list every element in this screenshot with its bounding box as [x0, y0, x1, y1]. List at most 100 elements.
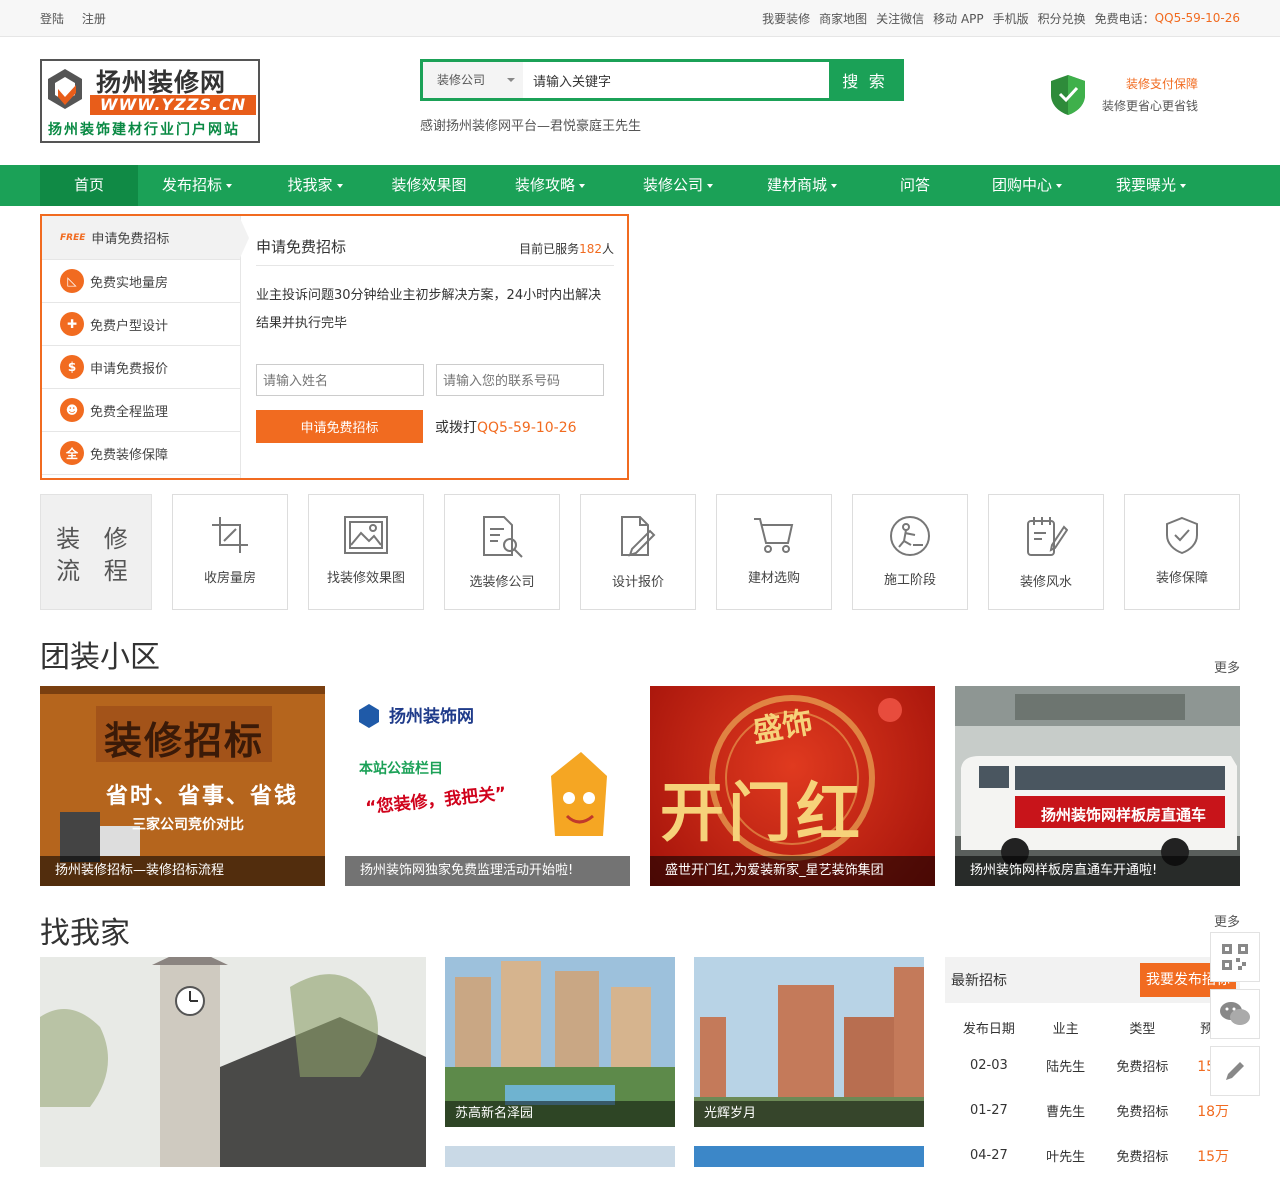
findhome-card[interactable]: 光辉岁月 — [694, 957, 924, 1127]
guarantee-title: 装修支付保障 — [1126, 77, 1199, 91]
date-cell: 02-03 — [969, 1058, 1008, 1073]
top-link-renovate[interactable]: 我要装修 — [762, 10, 810, 27]
qr-code-tool[interactable] — [1210, 932, 1260, 982]
process-step-label: 施工阶段 — [883, 573, 936, 588]
owner-cell: 叶先生 — [1046, 1150, 1086, 1165]
nav-item-0[interactable]: 首页 — [40, 165, 138, 206]
nav-item-label: 问答 — [899, 176, 930, 194]
tender-menu-item-apply[interactable]: FREE 申请免费招标 — [42, 216, 240, 260]
ruler-icon: ◺ — [60, 269, 84, 293]
notepad-pen-icon — [1027, 517, 1069, 556]
search-input[interactable] — [523, 62, 829, 98]
banner-headline: 扬州装饰网样板房直通车 — [1041, 806, 1207, 824]
group-card[interactable]: 装修招标 省时、省事、省钱 三家公司竞价对比 扬州装修招标—装修招标流程 — [40, 686, 325, 886]
tender-menu-item-supervise[interactable]: ☻ 免费全程监理 — [42, 389, 240, 432]
findhome-feature-image[interactable] — [40, 957, 426, 1167]
tender-form: 申请免费招标 目前已服务182人 业主投诉问题30分钟给业主初步解决方案，24小… — [256, 236, 614, 443]
process-step-label: 设计报价 — [611, 575, 664, 590]
top-link-map[interactable]: 商家地图 — [819, 10, 867, 27]
nav-item-9[interactable]: 我要曝光 — [1088, 165, 1214, 206]
caret-down-icon — [579, 183, 585, 188]
phone-number: QQ5-59-10-26 — [1154, 11, 1240, 25]
shield-check-icon — [1166, 516, 1198, 555]
pencil-icon — [1226, 1062, 1244, 1080]
nav-item-8[interactable]: 团购中心 — [966, 165, 1088, 206]
clock-tower-image — [40, 957, 426, 1167]
search-category-select[interactable]: 装修公司 — [423, 62, 523, 98]
nav-item-3[interactable]: 装修效果图 — [374, 165, 484, 206]
more-link[interactable]: 更多 — [1214, 911, 1240, 930]
logo-subtitle: 扬州装饰建材行业门户网站 — [48, 122, 240, 138]
section-title: 团装小区 — [40, 640, 160, 675]
type-cell: 免费招标 — [1116, 1060, 1169, 1075]
tender-form-title: 申请免费招标 — [256, 238, 347, 256]
top-link-app[interactable]: 移动 APP — [933, 10, 984, 27]
card-caption: 盛世开门红,为爱装新家_星艺装饰集团 — [650, 856, 935, 886]
top-bar: 登陆 注册 我要装修 商家地图 关注微信 移动 APP 手机版 积分兑换 免费电… — [0, 0, 1280, 37]
menu-active-arrow — [239, 216, 249, 260]
top-link-wechat[interactable]: 关注微信 — [876, 10, 924, 27]
nav-item-7[interactable]: 问答 — [864, 165, 966, 206]
process-step-materials[interactable]: 建材选购 — [716, 494, 832, 610]
nav-item-1[interactable]: 发布招标 — [138, 165, 256, 206]
top-link-points[interactable]: 积分兑换 — [1038, 10, 1086, 27]
group-card[interactable]: 扬州装饰网 本站公益栏目 “您装修，我把关” 扬州装饰网独家免费监理活动开始啦! — [345, 686, 630, 886]
register-link[interactable]: 注册 — [82, 12, 106, 26]
process-step-construction[interactable]: 施工阶段 — [852, 494, 968, 610]
tender-menu-label: 申请免费报价 — [90, 361, 169, 377]
top-link-mobile[interactable]: 手机版 — [993, 10, 1029, 27]
process-step-guarantee[interactable]: 装修保障 — [1124, 494, 1240, 610]
search-bar: 装修公司 搜 索 — [420, 59, 904, 101]
findhome-card[interactable]: 苏高新名泽园 — [445, 957, 675, 1127]
process-step-label: 建材选购 — [747, 571, 800, 586]
card-caption: 光辉岁月 — [694, 1101, 924, 1127]
nav-item-2[interactable]: 找我家 — [256, 165, 374, 206]
process-step-company[interactable]: 选装修公司 — [444, 494, 560, 610]
process-step-quote[interactable]: 设计报价 — [580, 494, 696, 610]
login-link[interactable]: 登陆 — [40, 12, 64, 26]
nav-item-label: 团购中心 — [991, 176, 1052, 194]
call-hint: 或拨打QQ5-59-10-26 — [435, 419, 577, 436]
table-header: 业主 — [1052, 1021, 1079, 1037]
construction-icon — [890, 516, 930, 556]
type-cell: 免费招标 — [1116, 1105, 1169, 1120]
nav-item-label: 装修效果图 — [391, 176, 467, 194]
feedback-tool[interactable] — [1210, 1046, 1260, 1096]
process-step-gallery[interactable]: 找装修效果图 — [308, 494, 424, 610]
tender-menu-item-measure[interactable]: ◺ 免费实地量房 — [42, 260, 240, 303]
findhome-card[interactable] — [694, 1146, 924, 1167]
more-link[interactable]: 更多 — [1214, 657, 1240, 676]
table-row[interactable]: 01-27 曹先生 免费招标 18万 — [945, 1088, 1240, 1133]
banner-headline: 装修招标 — [104, 719, 265, 763]
findhome-card[interactable] — [445, 1146, 675, 1167]
worker-icon: ☻ — [60, 398, 84, 422]
tender-menu-item-guarantee[interactable]: 全 免费装修保障 — [42, 432, 240, 475]
banner-headline: 扬州装饰网 — [389, 707, 474, 727]
name-input[interactable] — [256, 364, 424, 396]
tender-menu-item-quote[interactable]: $ 申请免费报价 — [42, 346, 240, 389]
nav-item-6[interactable]: 建材商城 — [740, 165, 864, 206]
apply-tender-button[interactable]: 申请免费招标 — [256, 410, 423, 443]
table-row[interactable]: 02-03 陆先生 免费招标 15万 — [945, 1043, 1240, 1088]
wechat-tool[interactable] — [1210, 989, 1260, 1039]
group-card[interactable]: 扬州装饰网样板房直通车 扬州装饰网样板房直通车开通啦! — [955, 686, 1240, 886]
site-logo[interactable]: 扬州装修网 WWW.YZZS.CN 扬州装饰建材行业门户网站 — [40, 59, 260, 143]
search-button[interactable]: 搜 索 — [829, 62, 901, 98]
nav-item-5[interactable]: 装修公司 — [616, 165, 740, 206]
payment-guarantee[interactable]: 装修支付保障 装修更省心更省钱 — [1048, 73, 1208, 117]
table-row[interactable]: 04-27 叶先生 免费招标 15万 — [945, 1133, 1240, 1178]
phone-input[interactable] — [436, 364, 604, 396]
crop-icon — [212, 517, 248, 553]
qr-code-icon — [1222, 944, 1248, 970]
budget-cell: 15万 — [1197, 1148, 1230, 1165]
nav-item-4[interactable]: 装修攻略 — [484, 165, 616, 206]
logo-url: WWW.YZZS.CN — [90, 95, 256, 115]
process-step-fengshui[interactable]: 装修风水 — [988, 494, 1104, 610]
process-step-measure[interactable]: 收房量房 — [172, 494, 288, 610]
group-card[interactable]: 盛饰 开门红 盛世开门红,为爱装新家_星艺装饰集团 — [650, 686, 935, 886]
tender-menu-item-design[interactable]: ✚ 免费户型设计 — [42, 303, 240, 346]
owner-cell: 陆先生 — [1046, 1060, 1086, 1075]
banner-subline: 省时、省事、省钱 — [106, 784, 299, 809]
nav-item-label: 发布招标 — [161, 176, 222, 194]
phone-label: 免费电话： — [1094, 11, 1155, 26]
